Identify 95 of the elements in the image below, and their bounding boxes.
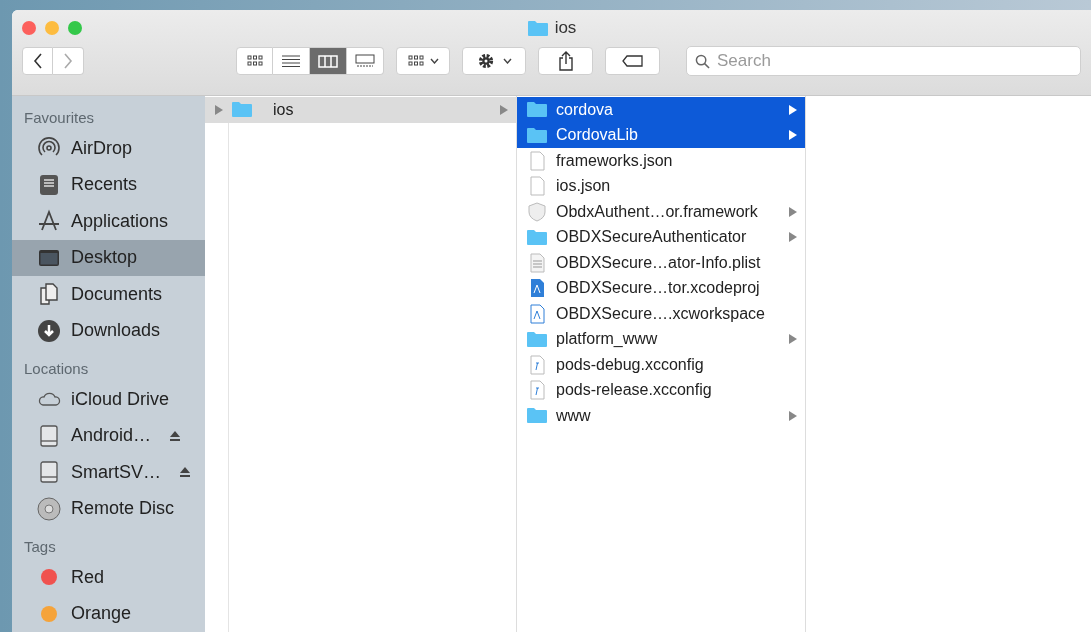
sidebar-item[interactable]: Red — [12, 559, 205, 596]
gear-icon — [476, 52, 495, 70]
file-row[interactable]: platform_www — [517, 326, 805, 352]
sidebar-item[interactable]: Applications — [12, 203, 205, 240]
close-button[interactable] — [22, 21, 36, 35]
eject-icon[interactable] — [169, 429, 182, 442]
sidebar-item[interactable]: SmartSV… — [12, 454, 205, 491]
file-row[interactable]: OBDXSecureAuthenticator — [517, 224, 805, 250]
sidebar-label: Recents — [71, 173, 138, 197]
file-name: www — [556, 405, 592, 426]
sidebar-heading: Favourites — [23, 108, 96, 128]
documents-icon — [37, 282, 61, 307]
gallery-icon — [355, 54, 375, 68]
share-icon — [557, 51, 574, 71]
shield-icon — [526, 201, 548, 222]
sidebar-item[interactable]: Android… — [12, 417, 205, 454]
file-row[interactable]: frameworks.json — [517, 148, 805, 174]
group-button[interactable] — [396, 47, 450, 75]
disc-icon — [37, 496, 61, 521]
file-row[interactable]: www — [517, 403, 805, 429]
sidebar-label: Applications — [71, 209, 169, 233]
sidebar-item[interactable]: Remote Disc — [12, 490, 205, 527]
file-name: OBDXSecure…tor.xcodeproj — [556, 278, 761, 299]
eject-icon[interactable] — [179, 466, 192, 479]
search-icon — [695, 54, 710, 69]
tag-icon — [621, 55, 644, 67]
download-icon — [37, 318, 61, 343]
tray-icon — [37, 172, 61, 197]
search-field[interactable]: Search — [686, 46, 1081, 76]
file-row[interactable]: pods-release.xcconfig — [517, 377, 805, 403]
sidebar-label: Android… — [71, 424, 152, 448]
columns-icon — [318, 54, 338, 68]
sidebar-label: SmartSV… — [71, 460, 162, 484]
view-mode-button[interactable] — [236, 47, 273, 75]
sidebar-heading: Tags — [23, 537, 57, 557]
file-row[interactable]: pods-debug.xcconfig — [517, 352, 805, 378]
file-name: OBDXSecure…ator-Info.plist — [556, 252, 762, 273]
sidebar-item[interactable]: iCloud Drive — [12, 381, 205, 418]
file-row[interactable]: CordovaLib — [517, 122, 805, 148]
chevron-left-icon — [32, 53, 43, 69]
chevron-right-icon — [63, 53, 73, 69]
file-name: frameworks.json — [556, 150, 674, 171]
sidebar-item[interactable]: AirDrop — [12, 130, 205, 167]
sidebar-label: iCloud Drive — [71, 387, 170, 411]
drive-icon — [37, 423, 61, 448]
sidebar-label: Downloads — [71, 319, 161, 343]
file-name: pods-release.xcconfig — [556, 380, 713, 401]
file-name: platform_www — [556, 329, 659, 350]
list-icon — [282, 55, 300, 67]
file-name: pods-debug.xcconfig — [556, 354, 705, 375]
window-title: ios — [554, 17, 577, 40]
sidebar-label: Orange — [71, 602, 132, 626]
sidebar-item[interactable]: Downloads — [12, 312, 205, 349]
file-row[interactable]: OBDXSecure…tor.xcodeproj — [517, 275, 805, 301]
sidebar-label: Remote Disc — [71, 497, 175, 521]
file-row[interactable]: ios.json — [517, 173, 805, 199]
sidebar-label: Desktop — [71, 246, 138, 270]
file-row[interactable]: ios — [205, 97, 516, 123]
file-row[interactable]: cordova — [517, 97, 805, 123]
file-row[interactable]: OBDXSecure…ator-Info.plist — [517, 250, 805, 276]
sidebar-item[interactable]: Orange — [12, 595, 205, 632]
folder-icon — [526, 330, 548, 348]
file-name: ios.json — [556, 176, 612, 197]
drive-icon — [37, 460, 61, 485]
file-name: OBDXSecure….xcworkspace — [556, 303, 766, 324]
file-name: ObdxAuthent…or.framework — [556, 201, 759, 222]
caret-icon — [502, 58, 512, 64]
view-mode-button[interactable] — [273, 47, 310, 75]
file-row[interactable]: OBDXSecure….xcworkspace — [517, 301, 805, 327]
icon-grid-icon — [246, 55, 263, 67]
action-button[interactable] — [462, 47, 526, 75]
folder-icon — [526, 407, 548, 425]
sidebar-heading: Locations — [23, 359, 90, 379]
share-button[interactable] — [538, 47, 593, 75]
sidebar-label: Documents — [71, 282, 163, 306]
file-row[interactable]: ObdxAuthent…or.framework — [517, 199, 805, 225]
caret-icon — [429, 58, 439, 64]
sidebar-label: AirDrop — [71, 136, 132, 160]
file-name: ios — [273, 99, 295, 120]
sidebar-item[interactable]: Desktop — [12, 239, 205, 276]
disclosure-arrow-icon — [215, 104, 223, 115]
folder-icon — [231, 101, 253, 119]
sidebar-label: Red — [71, 565, 105, 589]
folder-icon — [526, 228, 548, 246]
file-name: OBDXSecureAuthenticator — [556, 227, 748, 248]
back-button[interactable] — [22, 47, 53, 75]
icon-grid-icon — [407, 55, 424, 67]
tag-button[interactable] — [605, 47, 660, 75]
sidebar-item[interactable]: Documents — [12, 276, 205, 313]
folder-icon — [526, 19, 549, 37]
folder-icon — [526, 101, 548, 119]
file-name: CordovaLib — [556, 125, 639, 146]
folder-icon — [526, 126, 548, 144]
sidebar-item[interactable]: Recents — [12, 166, 205, 203]
file-name: cordova — [556, 99, 614, 120]
